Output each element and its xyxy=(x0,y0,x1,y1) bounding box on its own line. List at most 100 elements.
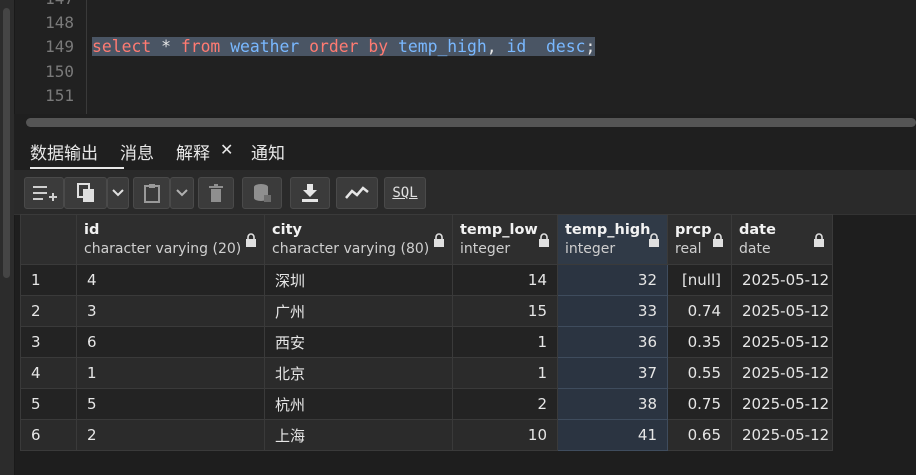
cell-prcp[interactable]: [null] xyxy=(667,264,732,296)
keyword-order-by: order by xyxy=(309,37,389,56)
cell-temp-high[interactable]: 38 xyxy=(557,388,668,420)
horizontal-scrollbar[interactable] xyxy=(14,114,916,130)
table-row[interactable]: 2 3 广州 15 33 0.74 2025-05-12 xyxy=(20,295,833,327)
cell-date[interactable]: 2025-05-12 xyxy=(731,419,833,451)
cell-city[interactable]: 杭州 xyxy=(264,388,453,420)
paste-options-button[interactable] xyxy=(170,177,194,209)
results-grid: id character varying (20) city character v… xyxy=(20,214,833,451)
cell-date[interactable]: 2025-05-12 xyxy=(731,264,833,296)
paste-button[interactable] xyxy=(133,177,170,209)
copy-icon xyxy=(76,183,94,202)
column-header-temp-low[interactable]: temp_low integer xyxy=(452,214,558,265)
cell-temp-low[interactable]: 1 xyxy=(452,326,558,358)
cell-prcp[interactable]: 0.65 xyxy=(667,419,732,451)
table-row[interactable]: 1 4 深圳 14 32 [null] 2025-05-12 xyxy=(20,264,833,296)
chevron-down-icon xyxy=(176,189,188,197)
cell-id[interactable]: 5 xyxy=(76,388,265,420)
column-header-date[interactable]: date date xyxy=(731,214,833,265)
cell-temp-high[interactable]: 32 xyxy=(557,264,668,296)
cell-prcp[interactable]: 0.74 xyxy=(667,295,732,327)
cell-city[interactable]: 上海 xyxy=(264,419,453,451)
vertical-scrollbar[interactable] xyxy=(0,0,15,475)
delete-button[interactable] xyxy=(198,177,234,209)
sql-icon[interactable]: SQL xyxy=(384,177,426,209)
column-header-prcp[interactable]: prcp real xyxy=(667,214,732,265)
code-text: * xyxy=(151,37,181,56)
column-type: character varying (80) xyxy=(272,240,430,257)
cell-temp-high[interactable]: 36 xyxy=(557,326,668,358)
row-number[interactable]: 3 xyxy=(20,326,77,358)
save-data-button[interactable] xyxy=(242,177,282,209)
semicolon: ; xyxy=(585,37,596,56)
code-text: , xyxy=(486,37,507,56)
cell-id[interactable]: 4 xyxy=(76,264,265,296)
scrollbar-thumb[interactable] xyxy=(26,118,916,127)
lock-icon xyxy=(814,233,824,247)
close-icon[interactable]: ✕ xyxy=(220,140,233,159)
cell-temp-low[interactable]: 14 xyxy=(452,264,558,296)
line-number: 148 xyxy=(45,13,74,32)
row-number[interactable]: 4 xyxy=(20,357,77,389)
keyword-select: select xyxy=(92,37,152,56)
cell-date[interactable]: 2025-05-12 xyxy=(731,357,833,389)
cell-temp-high[interactable]: 41 xyxy=(557,419,668,451)
copy-button[interactable] xyxy=(64,177,107,209)
column-name: id xyxy=(84,221,100,238)
table-name: weather xyxy=(230,37,300,56)
tab-messages[interactable]: 消息 xyxy=(120,139,154,164)
table-row[interactable]: 6 2 上海 10 41 0.65 2025-05-12 xyxy=(20,419,833,451)
cell-prcp[interactable]: 0.75 xyxy=(667,388,732,420)
cell-city[interactable]: 北京 xyxy=(264,357,453,389)
tab-explain[interactable]: 解释 xyxy=(176,139,210,164)
cell-city[interactable]: 西安 xyxy=(264,326,453,358)
cell-id[interactable]: 1 xyxy=(76,357,265,389)
cell-id[interactable]: 2 xyxy=(76,419,265,451)
cell-temp-low[interactable]: 1 xyxy=(452,357,558,389)
cell-prcp[interactable]: 0.35 xyxy=(667,326,732,358)
download-button[interactable] xyxy=(290,177,330,209)
row-number[interactable]: 2 xyxy=(20,295,77,327)
column-header-id[interactable]: id character varying (20) xyxy=(76,214,265,265)
cell-date[interactable]: 2025-05-12 xyxy=(731,295,833,327)
add-row-button[interactable] xyxy=(24,177,64,209)
cell-city[interactable]: 深圳 xyxy=(264,264,453,296)
cell-temp-low[interactable]: 15 xyxy=(452,295,558,327)
database-save-icon xyxy=(254,184,271,202)
cell-id[interactable]: 3 xyxy=(76,295,265,327)
cell-temp-high[interactable]: 33 xyxy=(557,295,668,327)
row-number[interactable]: 1 xyxy=(20,264,77,296)
cell-id[interactable]: 6 xyxy=(76,326,265,358)
column-header-temp-high[interactable]: temp_high integer xyxy=(557,214,668,265)
code-line-query[interactable]: select * from weather order by temp_high… xyxy=(92,35,596,59)
cell-temp-low[interactable]: 10 xyxy=(452,419,558,451)
column-name: city xyxy=(272,221,302,238)
sql-editor[interactable]: 147 148 149 150 151 select * from weathe… xyxy=(0,0,916,114)
row-number[interactable]: 5 xyxy=(20,388,77,420)
scrollbar-thumb[interactable] xyxy=(3,8,10,278)
chart-line-icon xyxy=(345,186,369,199)
cell-date[interactable]: 2025-05-12 xyxy=(731,388,833,420)
cell-temp-low[interactable]: 2 xyxy=(452,388,558,420)
keyword-from: from xyxy=(180,37,221,56)
tab-notifications[interactable]: 通知 xyxy=(251,139,285,164)
tab-data-output[interactable]: 数据输出 xyxy=(30,139,98,164)
select-all-corner[interactable] xyxy=(20,214,77,265)
cell-prcp[interactable]: 0.55 xyxy=(667,357,732,389)
selected-query[interactable]: select * from weather order by temp_high… xyxy=(92,37,596,56)
cell-date[interactable]: 2025-05-12 xyxy=(731,326,833,358)
copy-options-button[interactable] xyxy=(107,177,129,209)
cell-temp-high[interactable]: 37 xyxy=(557,357,668,389)
table-row[interactable]: 5 5 杭州 2 38 0.75 2025-05-12 xyxy=(20,388,833,420)
lock-icon xyxy=(434,233,444,247)
cell-city[interactable]: 广州 xyxy=(264,295,453,327)
column-header-city[interactable]: city character varying (80) xyxy=(264,214,453,265)
line-number-gutter: 147 148 149 150 151 xyxy=(14,0,87,114)
row-number[interactable]: 6 xyxy=(20,419,77,451)
table-row[interactable]: 3 6 西安 1 36 0.35 2025-05-12 xyxy=(20,326,833,358)
line-number: 150 xyxy=(45,62,74,81)
table-row[interactable]: 4 1 北京 1 37 0.55 2025-05-12 xyxy=(20,357,833,389)
graph-visualiser-button[interactable] xyxy=(336,177,378,209)
